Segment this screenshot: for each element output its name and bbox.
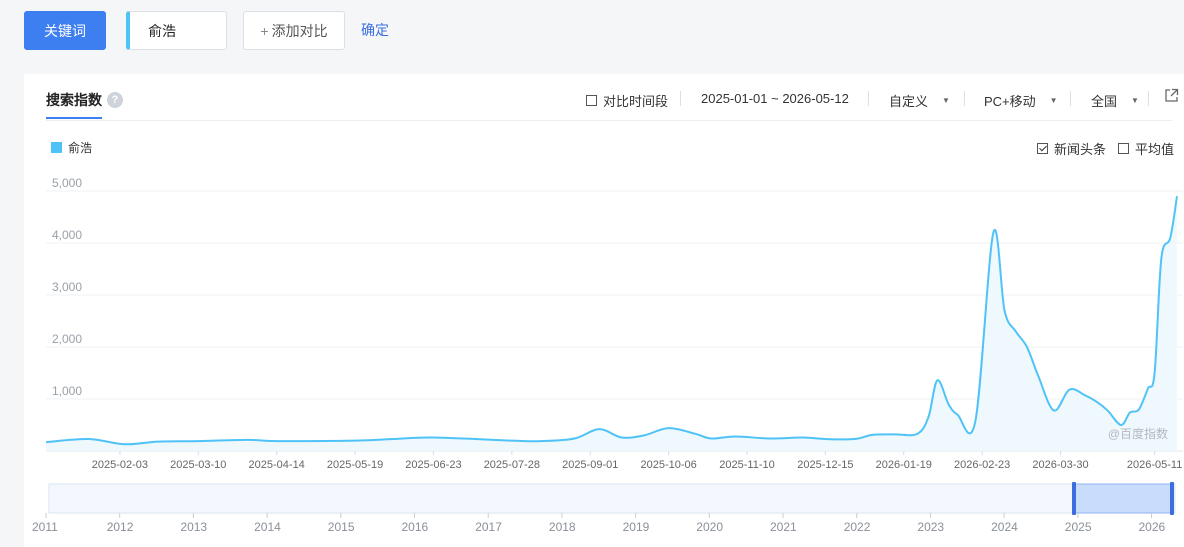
news-toggle[interactable]: 新闻头条 — [1037, 139, 1106, 158]
region-dropdown[interactable]: 全国 ▼ — [1091, 91, 1139, 110]
tab-label: 搜索指数 — [46, 92, 102, 108]
keyword-input[interactable]: 俞浩 — [126, 11, 227, 50]
confirm-button[interactable]: 确定 — [361, 20, 389, 40]
custom-dropdown[interactable]: 自定义 ▼ — [889, 91, 950, 110]
tab-underline — [46, 117, 102, 119]
date-range-value: 2025-01-01 ~ 2026-05-12 — [701, 91, 849, 106]
region-label: 全国 — [1091, 94, 1118, 109]
caret-down-icon: ▼ — [1131, 96, 1139, 105]
chart-legend: 俞浩 — [51, 139, 92, 156]
divider — [46, 120, 1172, 121]
compare-period-checkbox[interactable] — [586, 95, 597, 106]
device-dropdown[interactable]: PC+移动 ▼ — [984, 91, 1058, 110]
keyword-button[interactable]: 关键词 — [24, 11, 106, 50]
caret-down-icon: ▼ — [942, 96, 950, 105]
legend-series-name: 俞浩 — [68, 141, 93, 155]
external-link-icon[interactable] — [1164, 88, 1179, 103]
separator — [868, 91, 869, 106]
device-label: PC+移动 — [984, 94, 1036, 109]
news-label: 新闻头条 — [1054, 142, 1107, 157]
separator — [964, 91, 965, 106]
keyword-value: 俞浩 — [148, 22, 176, 39]
date-range-picker[interactable]: 2025-01-01 ~ 2026-05-12 — [701, 91, 849, 106]
separator — [1070, 91, 1071, 106]
separator — [1148, 91, 1149, 106]
compare-period-label: 对比时间段 — [603, 94, 669, 109]
question-icon[interactable]: ? — [107, 92, 123, 108]
add-compare-button[interactable]: + 添加对比 — [243, 11, 345, 50]
custom-label: 自定义 — [889, 94, 929, 109]
average-toggle[interactable]: 平均值 — [1118, 139, 1174, 158]
separator — [680, 91, 681, 106]
search-index-panel: 搜索指数 ? 对比时间段 2025-01-01 ~ 2026-05-12 自定义… — [24, 74, 1184, 547]
average-label: 平均值 — [1135, 142, 1175, 157]
news-checkbox[interactable] — [1037, 143, 1048, 154]
compare-period-toggle[interactable]: 对比时间段 — [586, 91, 668, 110]
tab-search-index[interactable]: 搜索指数 ? — [46, 90, 123, 110]
caret-down-icon: ▼ — [1049, 96, 1058, 105]
top-toolbar: 关键词 俞浩 + 添加对比 确定 — [0, 0, 1184, 74]
average-checkbox[interactable] — [1118, 143, 1129, 154]
plus-icon: + — [260, 22, 269, 39]
legend-swatch — [51, 142, 62, 153]
add-compare-label: 添加对比 — [271, 22, 328, 39]
